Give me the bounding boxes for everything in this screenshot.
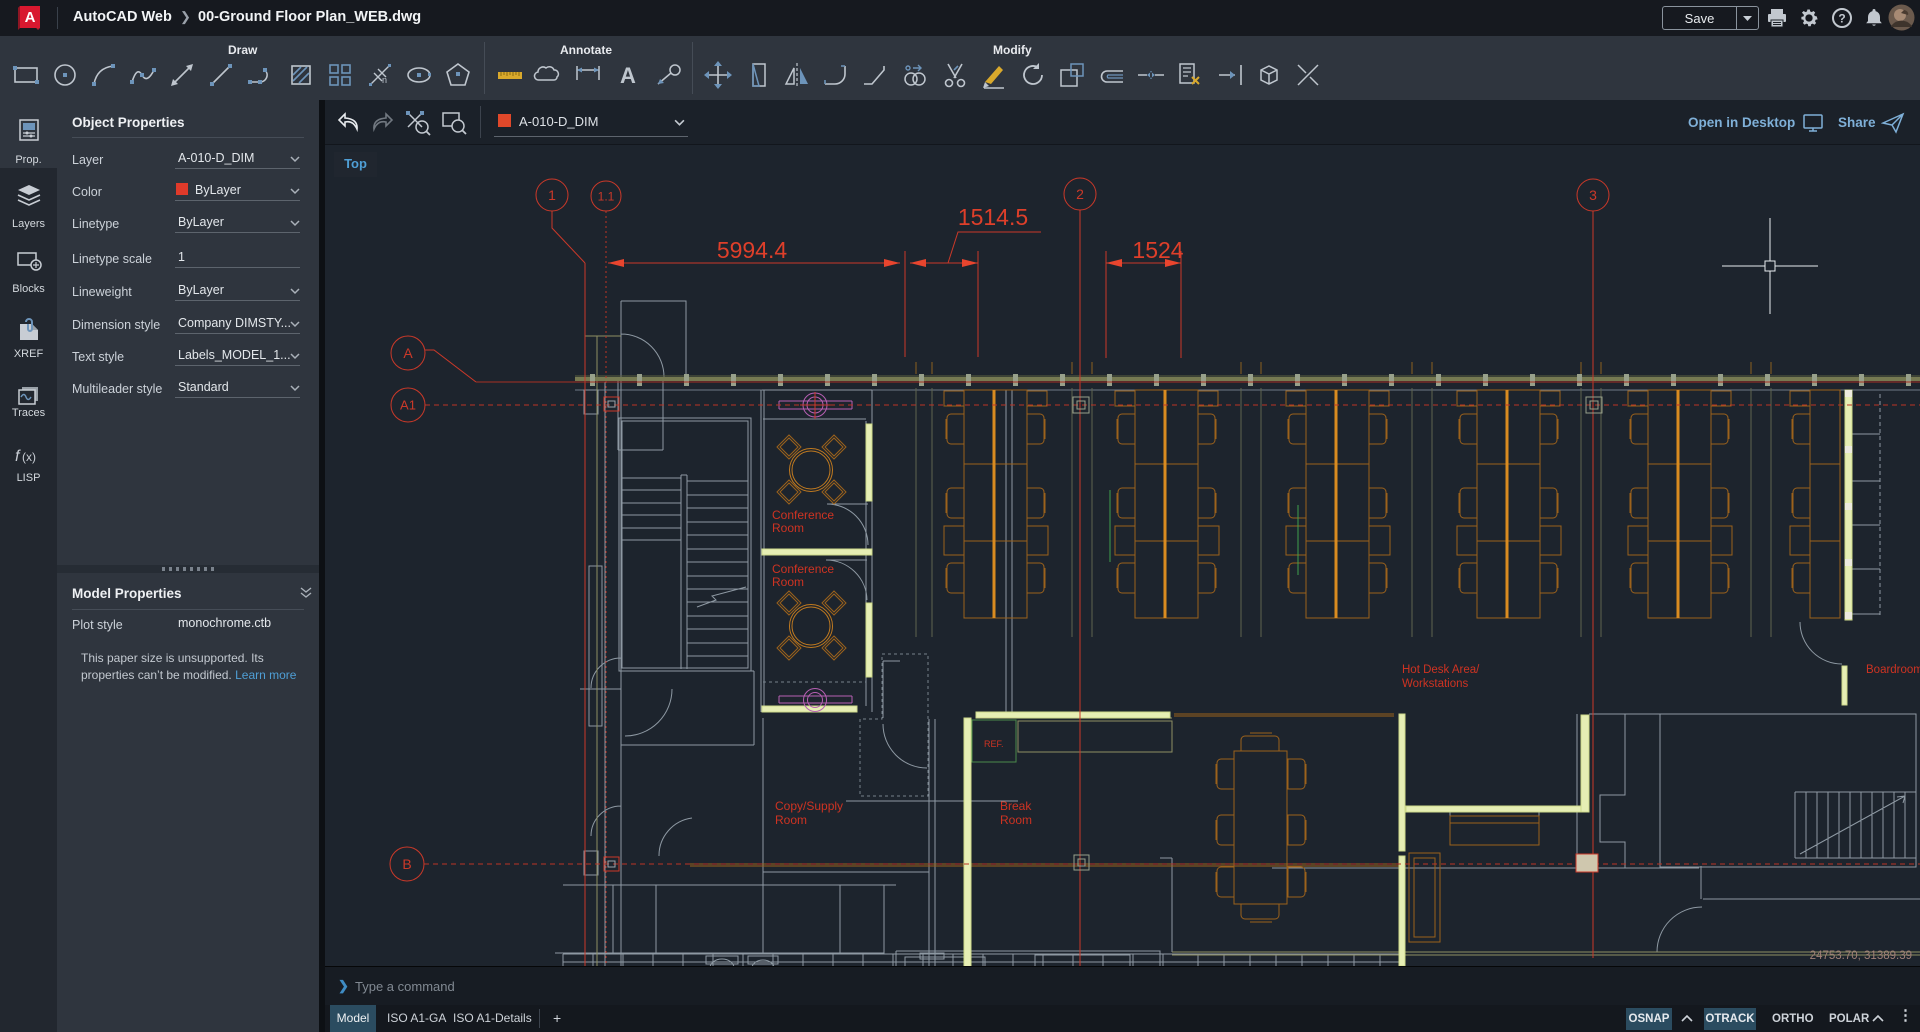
svg-text:A1: A1	[400, 398, 416, 413]
svg-text:Copy/Supply: Copy/Supply	[775, 799, 843, 813]
svg-text:?: ?	[1838, 12, 1845, 26]
svg-text:f: f	[15, 448, 21, 465]
svg-text:Room: Room	[772, 521, 804, 535]
svg-text:1.1: 1.1	[598, 189, 615, 203]
svg-text:Room: Room	[772, 575, 804, 589]
svg-text:Room: Room	[775, 813, 807, 827]
svg-text:Room: Room	[1000, 813, 1032, 827]
svg-text:3: 3	[1589, 187, 1597, 203]
svg-text:Conference: Conference	[772, 508, 834, 522]
svg-text:REF.: REF.	[984, 739, 1004, 749]
svg-text:A: A	[403, 345, 413, 361]
svg-text:2: 2	[1076, 186, 1084, 202]
svg-text:B: B	[402, 856, 411, 872]
svg-text:(x): (x)	[22, 450, 36, 464]
svg-text:24753.70, 31389.39: 24753.70, 31389.39	[1810, 950, 1912, 962]
svg-text:Hot Desk Area/: Hot Desk Area/	[1402, 664, 1480, 676]
svg-text:1: 1	[548, 187, 556, 203]
svg-text:5994.4: 5994.4	[717, 237, 788, 263]
svg-text:A: A	[620, 63, 636, 88]
svg-text:n: n	[382, 75, 387, 85]
svg-text:Break: Break	[1000, 799, 1032, 813]
svg-text:1514.5: 1514.5	[958, 204, 1028, 230]
svg-text:1524: 1524	[1132, 237, 1183, 263]
svg-text:Boardroom: Boardroom	[1866, 664, 1920, 676]
svg-text:Workstations: Workstations	[1402, 678, 1469, 690]
svg-text:A: A	[25, 9, 36, 26]
svg-text:Conference: Conference	[772, 562, 834, 576]
